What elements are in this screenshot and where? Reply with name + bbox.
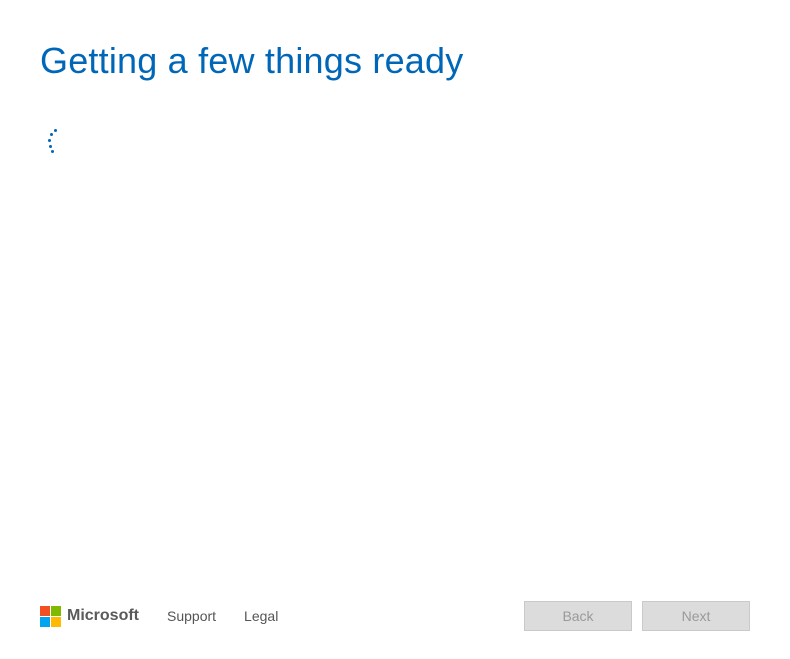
logo-square-bl: [40, 617, 50, 627]
logo-square-tl: [40, 606, 50, 616]
footer-left: Microsoft Support Legal: [40, 606, 278, 627]
footer-right: Back Next: [524, 601, 750, 631]
main-content: Getting a few things ready: [0, 0, 790, 601]
microsoft-logo: Microsoft: [40, 606, 139, 627]
microsoft-wordmark: Microsoft: [67, 607, 139, 625]
support-link[interactable]: Support: [167, 608, 216, 624]
logo-square-br: [51, 617, 61, 627]
legal-link[interactable]: Legal: [244, 608, 278, 624]
next-button[interactable]: Next: [642, 601, 750, 631]
back-button[interactable]: Back: [524, 601, 632, 631]
page-title: Getting a few things ready: [40, 40, 750, 82]
loading-spinner-icon: [48, 127, 78, 157]
logo-square-tr: [51, 606, 61, 616]
footer: Microsoft Support Legal Back Next: [0, 601, 790, 659]
microsoft-logo-icon: [40, 606, 61, 627]
